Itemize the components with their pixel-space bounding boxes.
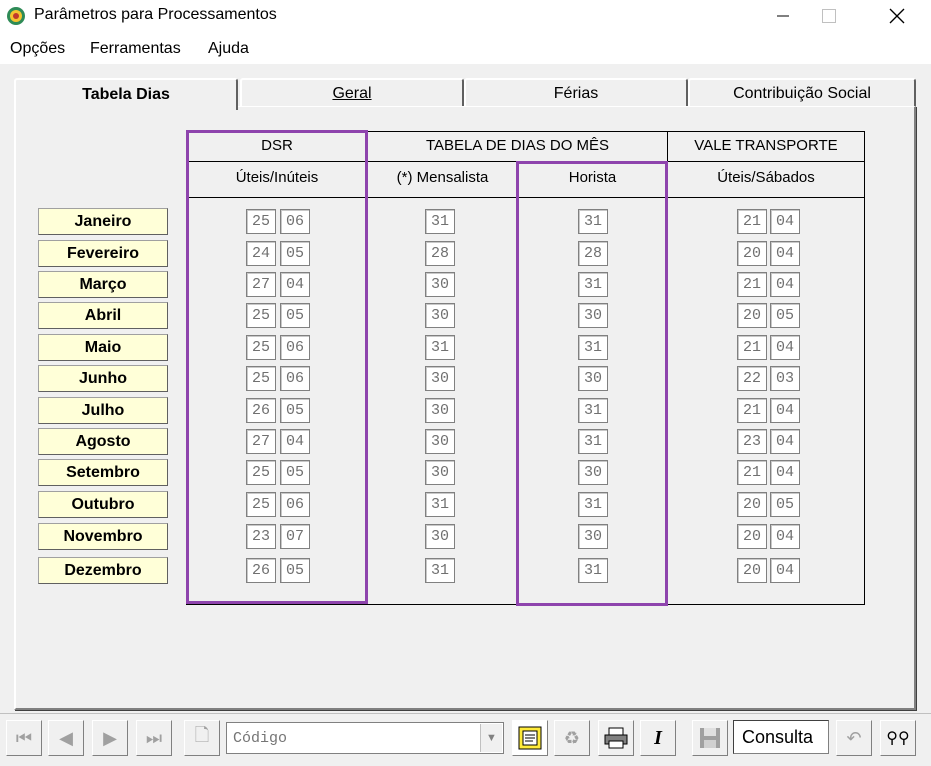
first-record-button[interactable]: ⏮ [6, 720, 42, 756]
mensalista-input[interactable]: 31 [425, 492, 455, 517]
tab-geral[interactable]: Geral [240, 78, 464, 108]
menu-opcoes[interactable]: Opções [10, 40, 65, 58]
month-label: Novembro [38, 523, 168, 550]
vale-uteis-input[interactable]: 20 [737, 241, 767, 266]
mensalista-input[interactable]: 30 [425, 460, 455, 485]
codigo-dropdown-button[interactable]: ▼ [480, 724, 502, 752]
report-icon [518, 726, 542, 750]
tab-contribuicao-social[interactable]: Contribuição Social [688, 78, 916, 108]
find-button[interactable]: ⚲⚲ [880, 720, 916, 756]
printer-icon [604, 727, 628, 749]
vale-uteis-input[interactable]: 21 [737, 335, 767, 360]
menu-bar: Opções Ferramentas Ajuda [0, 32, 931, 64]
mensalista-input[interactable]: 30 [425, 524, 455, 549]
vale-uteis-input[interactable]: 23 [737, 429, 767, 454]
vale-sabados-input[interactable]: 04 [770, 241, 800, 266]
close-icon [889, 8, 905, 24]
italic-button[interactable]: I [640, 720, 676, 756]
month-label: Fevereiro [38, 240, 168, 267]
print-button[interactable] [598, 720, 634, 756]
last-record-icon: ⏭ [145, 727, 163, 748]
save-button[interactable] [692, 720, 728, 756]
vale-sabados-input[interactable]: 04 [770, 209, 800, 234]
vale-uteis-input[interactable]: 21 [737, 460, 767, 485]
mensalista-input[interactable]: 30 [425, 272, 455, 297]
vale-sabados-input[interactable]: 03 [770, 366, 800, 391]
undo-icon: ↶ [846, 727, 862, 748]
chevron-down-icon: ▼ [486, 732, 497, 744]
mensalista-input[interactable]: 30 [425, 429, 455, 454]
save-icon [700, 728, 720, 748]
bottom-toolbar: ⏮ ◀ ▶ ⏭ 🗋 ▼ ♻ I ↶ ⚲⚲ [0, 713, 931, 766]
month-label: Setembro [38, 459, 168, 486]
month-label: Julho [38, 397, 168, 424]
vale-sabados-input[interactable]: 05 [770, 492, 800, 517]
subheader-mensalista: (*) Mensalista [396, 169, 489, 186]
next-record-icon: ▶ [103, 727, 117, 748]
recycle-button[interactable]: ♻ [554, 720, 590, 756]
tab-tabela-dias[interactable]: Tabela Dias [14, 78, 238, 110]
vale-sabados-input[interactable]: 04 [770, 398, 800, 423]
new-document-icon: 🗋 [194, 725, 210, 745]
last-record-button[interactable]: ⏭ [136, 720, 172, 756]
menu-ajuda[interactable]: Ajuda [208, 40, 249, 58]
mensalista-input[interactable]: 30 [425, 303, 455, 328]
vale-sabados-input[interactable]: 04 [770, 524, 800, 549]
month-label: Março [38, 271, 168, 298]
close-button[interactable] [874, 0, 920, 32]
vale-sabados-input[interactable]: 04 [770, 460, 800, 485]
header-vale-transporte: VALE TRANSPORTE [694, 137, 838, 154]
mode-field [733, 720, 829, 754]
maximize-button[interactable] [806, 0, 852, 32]
vale-uteis-input[interactable]: 21 [737, 272, 767, 297]
vale-sabados-input[interactable]: 04 [770, 429, 800, 454]
codigo-input[interactable] [226, 722, 504, 754]
month-label: Abril [38, 302, 168, 329]
mensalista-input[interactable]: 31 [425, 209, 455, 234]
previous-record-icon: ◀ [59, 727, 73, 748]
report-button[interactable] [512, 720, 548, 756]
title-bar: Parâmetros para Processamentos [0, 0, 931, 32]
undo-button[interactable]: ↶ [836, 720, 872, 756]
vale-sabados-input[interactable]: 04 [770, 558, 800, 583]
vale-uteis-input[interactable]: 21 [737, 209, 767, 234]
previous-record-button[interactable]: ◀ [48, 720, 84, 756]
mensalista-input[interactable]: 31 [425, 335, 455, 360]
vale-uteis-input[interactable]: 20 [737, 558, 767, 583]
italic-icon: I [654, 726, 662, 749]
app-icon [7, 7, 25, 25]
highlight-dsr-column [186, 130, 368, 604]
new-document-button[interactable]: 🗋 [184, 720, 220, 756]
binoculars-icon: ⚲⚲ [886, 730, 910, 747]
vale-uteis-input[interactable]: 20 [737, 524, 767, 549]
next-record-button[interactable]: ▶ [92, 720, 128, 756]
vale-uteis-input[interactable]: 22 [737, 366, 767, 391]
month-label: Outubro [38, 491, 168, 518]
vale-sabados-input[interactable]: 04 [770, 335, 800, 360]
month-label: Janeiro [38, 208, 168, 235]
mensalista-input[interactable]: 30 [425, 366, 455, 391]
mensalista-input[interactable]: 28 [425, 241, 455, 266]
month-label: Agosto [38, 428, 168, 455]
vale-sabados-input[interactable]: 04 [770, 272, 800, 297]
month-label: Junho [38, 365, 168, 392]
vale-uteis-input[interactable]: 20 [737, 303, 767, 328]
first-record-icon: ⏮ [15, 727, 33, 748]
menu-ferramentas[interactable]: Ferramentas [90, 40, 181, 58]
window-title: Parâmetros para Processamentos [34, 6, 277, 23]
month-label: Dezembro [38, 557, 168, 584]
mensalista-input[interactable]: 31 [425, 558, 455, 583]
vale-uteis-input[interactable]: 21 [737, 398, 767, 423]
vale-uteis-input[interactable]: 20 [737, 492, 767, 517]
subheader-uteis-sabados: Úteis/Sábados [717, 169, 815, 186]
tab-ferias[interactable]: Férias [464, 78, 688, 108]
minimize-button[interactable] [760, 0, 806, 32]
highlight-horista-column [516, 161, 668, 606]
header-tabela-dias-mes: TABELA DE DIAS DO MÊS [425, 137, 610, 154]
month-label: Maio [38, 334, 168, 361]
recycle-icon: ♻ [563, 727, 581, 748]
vale-sabados-input[interactable]: 05 [770, 303, 800, 328]
mensalista-input[interactable]: 30 [425, 398, 455, 423]
